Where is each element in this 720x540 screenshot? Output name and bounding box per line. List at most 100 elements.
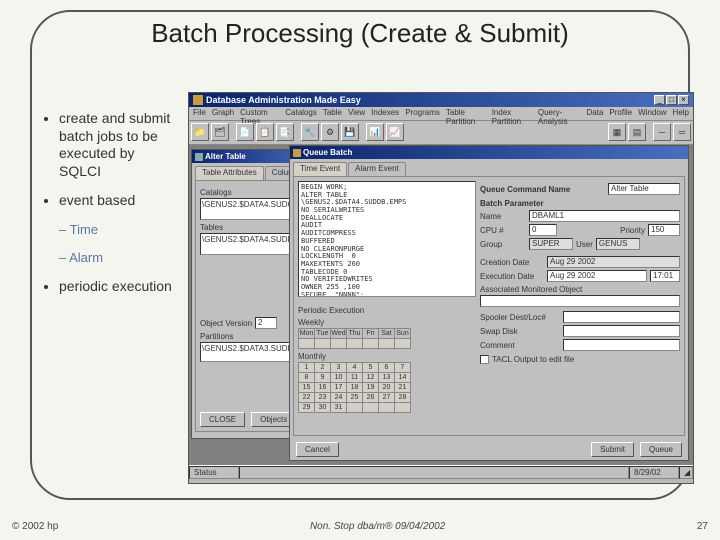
menu-query-analysis[interactable]: Query-Analysis bbox=[538, 108, 581, 119]
day-wed[interactable]: Wed bbox=[331, 329, 347, 339]
tool-icon[interactable]: 📁 bbox=[191, 123, 209, 141]
queue-batch-window: Queue Batch Time Event Alarm Event BEGIN… bbox=[289, 145, 689, 461]
tool-icon[interactable]: ⚙ bbox=[321, 123, 339, 141]
monthly-grid[interactable]: 1234567 891011121314 15161718192021 2223… bbox=[298, 362, 411, 413]
weekly-label: Weekly bbox=[298, 318, 476, 327]
queue-button[interactable]: Queue bbox=[640, 442, 682, 457]
tool-icon[interactable]: 🔧 bbox=[301, 123, 319, 141]
execution-date-label: Execution Date bbox=[480, 272, 544, 281]
menu-data[interactable]: Data bbox=[587, 108, 604, 119]
menu-profile[interactable]: Profile bbox=[609, 108, 632, 119]
priority-label: Priority bbox=[560, 226, 645, 235]
status-msg bbox=[239, 466, 629, 479]
day-sat[interactable]: Sat bbox=[379, 329, 395, 339]
bullet-2a: Time bbox=[59, 222, 180, 238]
user-label: User bbox=[576, 240, 593, 249]
creation-date-field: Aug 29 2002 bbox=[547, 256, 680, 268]
menu-view[interactable]: View bbox=[348, 108, 365, 119]
maximize-icon[interactable]: □ bbox=[666, 95, 677, 105]
menu-indexes[interactable]: Indexes bbox=[371, 108, 399, 119]
monobj-field[interactable] bbox=[480, 295, 680, 307]
execution-date-field[interactable]: Aug 29 2002 bbox=[547, 270, 647, 282]
menu-index-partition[interactable]: Index Partition bbox=[492, 108, 532, 119]
day-mon[interactable]: Mon bbox=[299, 329, 315, 339]
menu-table[interactable]: Table bbox=[323, 108, 342, 119]
tool-icon[interactable]: － bbox=[653, 123, 671, 141]
minimize-icon[interactable]: _ bbox=[654, 95, 665, 105]
app-title: Database Administration Made Easy bbox=[206, 95, 653, 105]
tab-time-event[interactable]: Time Event bbox=[293, 162, 347, 176]
batch-param-label: Batch Parameter bbox=[480, 199, 680, 208]
weekly-grid[interactable]: Mon Tue Wed Thu Fri Sat Sun bbox=[298, 328, 411, 349]
day-thu[interactable]: Thu bbox=[347, 329, 363, 339]
tool-icon[interactable]: 📄 bbox=[236, 123, 254, 141]
cpu-field[interactable]: 0 bbox=[529, 224, 557, 236]
swapdisk-label: Swap Disk bbox=[480, 327, 560, 336]
app-titlebar: Database Administration Made Easy _ □ × bbox=[189, 93, 693, 107]
tool-icon[interactable]: 🗂 bbox=[211, 123, 229, 141]
day-tue[interactable]: Tue bbox=[315, 329, 331, 339]
cancel-button[interactable]: Cancel bbox=[296, 442, 339, 457]
user-field: GENUS bbox=[596, 238, 640, 250]
menu-graph[interactable]: Graph bbox=[212, 108, 234, 119]
bullet-1: create and submit batch jobs to be execu… bbox=[59, 110, 180, 180]
submit-button[interactable]: Submit bbox=[591, 442, 634, 457]
slide-title: Batch Processing (Create & Submit) bbox=[0, 18, 720, 49]
qname-field[interactable]: Alter Table bbox=[608, 183, 680, 195]
resize-grip-icon[interactable]: ◢ bbox=[679, 466, 693, 479]
comment-field[interactable] bbox=[563, 339, 680, 351]
menu-programs[interactable]: Programs bbox=[405, 108, 440, 119]
bullet-2: event based bbox=[59, 192, 180, 210]
menu-catalogs[interactable]: Catalogs bbox=[285, 108, 317, 119]
status-label: Status bbox=[189, 466, 239, 479]
objver-field[interactable]: 2 bbox=[255, 317, 277, 329]
tool-icon[interactable]: 📊 bbox=[366, 123, 384, 141]
menu-custom-trees[interactable]: Custom Trees bbox=[240, 108, 279, 119]
priority-field[interactable]: 150 bbox=[648, 224, 680, 236]
tacl-label: TACL Output to edit file bbox=[492, 355, 574, 364]
group-label: Group bbox=[480, 240, 526, 249]
app-logo-icon bbox=[193, 95, 203, 105]
comment-label: Comment bbox=[480, 341, 560, 350]
sql-command-text[interactable]: BEGIN WORK; ALTER TABLE \GENUS2.$DATA4.S… bbox=[298, 181, 476, 297]
tacl-checkbox[interactable] bbox=[480, 355, 489, 364]
menu-window[interactable]: Window bbox=[638, 108, 666, 119]
monthly-label: Monthly bbox=[298, 352, 476, 361]
menu-table-partition[interactable]: Table Partition bbox=[446, 108, 486, 119]
tool-icon[interactable]: ▦ bbox=[608, 123, 626, 141]
day-sun[interactable]: Sun bbox=[395, 329, 411, 339]
mdi-area: Alter Table Table Attributes Columns Cat… bbox=[189, 145, 693, 465]
alter-title-icon bbox=[195, 153, 203, 161]
status-date: 8/29/02 bbox=[629, 466, 679, 479]
periodic-exec-label: Periodic Execution bbox=[298, 306, 476, 315]
execution-time-field[interactable]: 17:01 bbox=[650, 270, 680, 282]
day-fri[interactable]: Fri bbox=[363, 329, 379, 339]
close-icon[interactable]: × bbox=[678, 95, 689, 105]
queue-window-title: Queue Batch bbox=[303, 148, 685, 157]
menu-help[interactable]: Help bbox=[673, 108, 689, 119]
tab-table-attributes[interactable]: Table Attributes bbox=[195, 166, 264, 180]
tool-icon[interactable]: ＝ bbox=[673, 123, 691, 141]
footer-copyright: © 2002 hp bbox=[12, 521, 58, 532]
tool-icon[interactable]: 📈 bbox=[386, 123, 404, 141]
footer-page-number: 27 bbox=[697, 521, 708, 532]
tool-icon[interactable]: ▤ bbox=[628, 123, 646, 141]
tool-icon[interactable]: 💾 bbox=[341, 123, 359, 141]
swapdisk-field[interactable] bbox=[563, 325, 680, 337]
toolbar: 📁 🗂 📄 📋 📑 🔧 ⚙ 💾 📊 📈 ▦ ▤ － ＝ bbox=[189, 121, 693, 145]
app-window: Database Administration Made Easy _ □ × … bbox=[188, 92, 694, 484]
qname-label: Queue Command Name bbox=[480, 185, 605, 194]
close-button[interactable]: CLOSE bbox=[200, 412, 245, 427]
bullet-2b: Alarm bbox=[59, 250, 180, 266]
menu-file[interactable]: File bbox=[193, 108, 206, 119]
monobj-label: Associated Monitored Object bbox=[480, 285, 680, 294]
bullet-3: periodic execution bbox=[59, 278, 180, 296]
tool-icon[interactable]: 📋 bbox=[256, 123, 274, 141]
name-label: Name bbox=[480, 212, 526, 221]
name-field[interactable]: DBAML1 bbox=[529, 210, 680, 222]
tool-icon[interactable]: 📑 bbox=[276, 123, 294, 141]
footer-center: Non. Stop dba/m® 09/04/2002 bbox=[58, 521, 697, 532]
spooler-field[interactable] bbox=[563, 311, 680, 323]
queue-title-icon bbox=[293, 149, 301, 157]
tab-alarm-event[interactable]: Alarm Event bbox=[348, 162, 406, 176]
